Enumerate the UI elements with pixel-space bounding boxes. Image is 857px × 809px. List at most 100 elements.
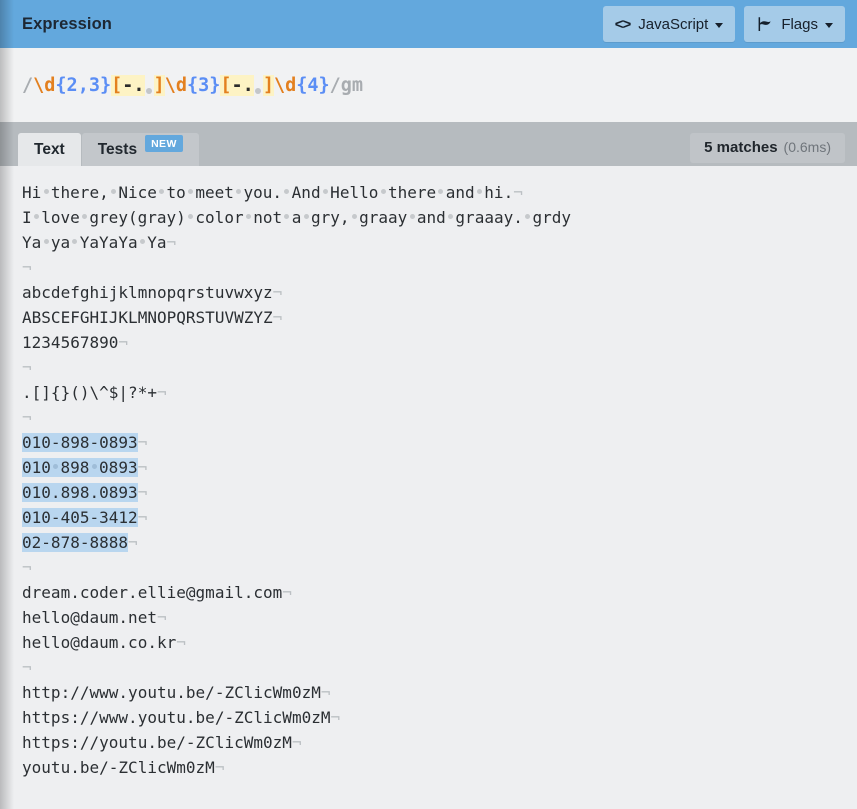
- tab-tests[interactable]: Tests NEW: [81, 133, 199, 166]
- text-line: ¬: [22, 655, 835, 680]
- regex-tester-app: Expression <> JavaScript Flags /\d{2,3}[…: [0, 0, 857, 809]
- text-line-content: https://youtu.be/-ZClicWm0zM: [22, 733, 292, 752]
- text-line: http://www.youtu.be/-ZClicWm0zM¬: [22, 680, 835, 705]
- text-line-content: 1234567890: [22, 333, 119, 352]
- newline-marker: ¬: [137, 433, 148, 452]
- newline-marker: ¬: [118, 333, 129, 352]
- text-line: Hi there, Nice to meet you. And Hello there and hi…: [22, 180, 835, 205]
- expression-input[interactable]: /\d{2,3}[-.]\d{3}[-.]\d{4}/gm: [22, 74, 364, 96]
- text-line-content: Ilove grey(gray) color not a gry, graay and graa…: [22, 208, 572, 227]
- text-line: https://www.youtu.be/-ZClicWm0zM¬: [22, 705, 835, 730]
- text-line: ¬: [22, 555, 835, 580]
- text-line-content: Hi there, Nice to meet you. And Hello there and hi…: [22, 183, 514, 202]
- text-line-content: http://www.youtu.be/-ZClicWm0zM: [22, 683, 321, 702]
- text-line: dream.coder.ellie@gmail.com¬: [22, 580, 835, 605]
- expression-token-esc: \d: [273, 74, 297, 96]
- text-line: ABSCEFGHIJKLMNOPQRSTUVWZYZ¬: [22, 305, 835, 330]
- text-line-content: ABSCEFGHIJKLMNOPQRSTUVWZYZ: [22, 308, 273, 327]
- text-line-content: youtu.be/-ZClicWm0zM: [22, 758, 215, 777]
- text-line: 010 898 0893¬: [22, 455, 835, 480]
- match-highlight: 010-898-0893: [22, 433, 138, 452]
- text-line: https://youtu.be/-ZClicWm0zM¬: [22, 730, 835, 755]
- text-line-content: hello@daum.co.kr: [22, 633, 177, 652]
- expression-token-flags: gm: [340, 74, 364, 96]
- expression-token-set-char: -: [231, 74, 243, 96]
- flavor-button-label: JavaScript: [638, 15, 709, 33]
- match-highlight: 010 898 0893: [22, 458, 138, 477]
- flags-button-label: Flags: [781, 15, 818, 33]
- newline-marker: ¬: [282, 583, 292, 602]
- text-line-content: https://www.youtu.be/-ZClicWm0zM: [22, 708, 331, 727]
- text-line: hello@daum.net¬: [22, 605, 835, 630]
- newline-marker: ¬: [330, 708, 341, 727]
- expression-token-quant: {2,3}: [55, 74, 112, 96]
- expression-token-set-char: -: [122, 74, 134, 96]
- text-line: 010-405-3412¬: [22, 505, 835, 530]
- chevron-down-icon: [825, 22, 833, 28]
- expression-token-delim: /: [22, 74, 34, 96]
- text-line: hello@daum.co.kr¬: [22, 630, 835, 655]
- text-line: 02-878-8888¬: [22, 530, 835, 555]
- expression-token-set-char: .: [133, 74, 145, 96]
- newline-marker: ¬: [137, 458, 148, 477]
- expression-token-set-open: [: [220, 74, 232, 96]
- expression-field[interactable]: /\d{2,3}[-.]\d{3}[-.]\d{4}/gm: [0, 48, 857, 122]
- flag-icon: [756, 16, 773, 32]
- expression-token-set-open: [: [111, 74, 123, 96]
- flavor-button[interactable]: <> JavaScript: [602, 6, 736, 42]
- text-line-content: hello@daum.net: [22, 608, 157, 627]
- tab-text[interactable]: Text: [18, 133, 81, 166]
- newline-marker: ¬: [22, 408, 32, 427]
- newline-marker: ¬: [137, 508, 148, 527]
- text-line: youtu.be/-ZClicWm0zM¬: [22, 755, 835, 780]
- newline-marker: ¬: [272, 308, 283, 327]
- text-line: 010.898.0893¬: [22, 480, 835, 505]
- text-line: .[]{}()\^$|?*+¬: [22, 380, 835, 405]
- text-line: 1234567890¬: [22, 330, 835, 355]
- text-line: Ilove grey(gray) color not a gry, graay and graa…: [22, 205, 835, 230]
- newline-marker: ¬: [156, 608, 167, 627]
- expression-token-esc: \d: [33, 74, 56, 96]
- chevron-down-icon: [715, 22, 724, 28]
- code-icon: <>: [614, 15, 632, 33]
- page-title: Expression: [22, 14, 112, 33]
- flags-button[interactable]: Flags: [744, 6, 845, 42]
- newline-marker: ¬: [513, 183, 523, 202]
- newline-marker: ¬: [214, 758, 225, 777]
- match-time-label: (0.6ms): [783, 139, 831, 155]
- text-line-content: abcdefghijklmnopqrstuvwxyz: [22, 283, 273, 302]
- newline-marker: ¬: [22, 358, 32, 377]
- text-line: Ya ya YaYaYa Ya¬: [22, 230, 835, 255]
- test-text-area[interactable]: Hi there, Nice to meet you. And Hello there and hi…: [0, 166, 857, 809]
- expression-header: Expression <> JavaScript Flags: [0, 0, 857, 48]
- expression-token-set-char: .: [242, 74, 254, 96]
- newline-marker: ¬: [156, 383, 167, 402]
- newline-marker: ¬: [128, 533, 138, 552]
- text-line: abcdefghijklmnopqrstuvwxyz¬: [22, 280, 835, 305]
- newline-marker: ¬: [22, 658, 32, 677]
- match-highlight: 02-878-8888: [22, 533, 129, 552]
- expression-token-delim: /: [329, 74, 341, 96]
- newline-marker: ¬: [22, 558, 32, 577]
- match-highlight: 010.898.0893: [22, 483, 138, 502]
- expression-token-quant: {4}: [296, 74, 330, 96]
- match-highlight: 010-405-3412: [22, 508, 138, 527]
- text-line: ¬: [22, 255, 835, 280]
- match-count-label: 5 matches: [704, 139, 778, 156]
- newline-marker: ¬: [22, 258, 32, 277]
- text-line: 010-898-0893¬: [22, 430, 835, 455]
- match-summary: 5 matches (0.6ms): [690, 133, 845, 163]
- tab-text-label: Text: [34, 140, 65, 158]
- newline-marker: ¬: [176, 633, 186, 652]
- text-line-content: .[]{}()\^$|?*+: [22, 383, 157, 402]
- newline-marker: ¬: [166, 233, 177, 252]
- newline-marker: ¬: [320, 683, 331, 702]
- new-badge: NEW: [145, 135, 183, 152]
- expression-token-quant: {3}: [186, 74, 221, 96]
- text-line-content: dream.coder.ellie@gmail.com: [22, 583, 283, 602]
- tab-tests-label: Tests: [97, 140, 138, 158]
- newline-marker: ¬: [272, 283, 283, 302]
- expression-token-esc: \d: [164, 74, 187, 96]
- newline-marker: ¬: [291, 733, 302, 752]
- newline-marker: ¬: [137, 483, 148, 502]
